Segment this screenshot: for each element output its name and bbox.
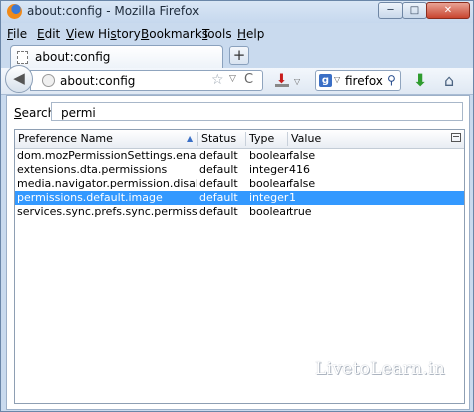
downloads-icon[interactable]: ⬇ xyxy=(413,71,427,91)
url-text[interactable]: about:config xyxy=(60,74,135,88)
table-row[interactable]: dom.mozPermissionSettings.enabled defaul… xyxy=(15,149,464,163)
cell-type: boolean xyxy=(249,205,291,218)
url-history-dropdown-icon[interactable]: ▽ xyxy=(229,74,236,84)
blank-page-icon xyxy=(17,51,28,64)
cell-value: false xyxy=(289,149,316,162)
cell-status: default xyxy=(199,149,238,162)
cell-type: boolean xyxy=(249,149,291,162)
cell-value: 416 xyxy=(289,163,310,176)
tab-label: about:config xyxy=(35,50,111,64)
table-header: Preference Name ▲ Status Type Value xyxy=(15,130,464,149)
table-row[interactable]: extensions.dta.permissions default integ… xyxy=(15,163,464,177)
table-row[interactable]: services.sync.prefs.sync.permissions.d..… xyxy=(15,205,464,219)
menu-file[interactable]: File xyxy=(7,27,27,41)
column-picker-icon[interactable] xyxy=(451,133,461,142)
cell-status: default xyxy=(199,177,238,190)
window-title: about:config - Mozilla Firefox xyxy=(27,4,200,18)
url-bar[interactable]: about:config ☆ ▽ C xyxy=(30,70,263,91)
back-button[interactable]: ◀ xyxy=(5,65,33,93)
menu-history[interactable]: History xyxy=(98,27,141,41)
filter-input[interactable] xyxy=(51,102,463,121)
firefox-logo-icon[interactable] xyxy=(7,4,22,19)
close-button[interactable]: ✕ xyxy=(426,2,470,19)
cell-status: default xyxy=(199,163,238,176)
cell-status: default xyxy=(199,205,238,218)
search-engine-dropdown-icon[interactable]: ▽ xyxy=(334,75,340,84)
col-type[interactable]: Type xyxy=(249,132,274,145)
cell-value: 1 xyxy=(289,191,296,204)
menu-edit[interactable]: Edit xyxy=(37,27,60,41)
cell-value: false xyxy=(289,177,316,190)
new-tab-button[interactable]: + xyxy=(229,46,249,65)
firefox-window: about:config - Mozilla Firefox ─ □ ✕ Fil… xyxy=(0,0,474,412)
download-helper-icon[interactable]: ⬇ xyxy=(275,73,289,87)
google-engine-icon[interactable]: g xyxy=(319,74,332,87)
cell-name: dom.mozPermissionSettings.enabled xyxy=(17,149,197,162)
web-search-bar[interactable]: g ▽ firefox ⚲ xyxy=(315,70,401,91)
cell-value: true xyxy=(289,205,312,218)
menu-view[interactable]: View xyxy=(66,27,94,41)
home-icon[interactable]: ⌂ xyxy=(444,71,454,90)
cell-type: boolean xyxy=(249,177,291,190)
cell-name: services.sync.prefs.sync.permissions.d..… xyxy=(17,205,197,218)
maximize-button[interactable]: □ xyxy=(402,2,427,19)
title-bar: about:config - Mozilla Firefox ─ □ ✕ xyxy=(1,1,473,23)
tab-about-config[interactable]: about:config xyxy=(10,45,223,68)
menu-bookmarks[interactable]: Bookmarks xyxy=(141,27,208,41)
col-status[interactable]: Status xyxy=(201,132,236,145)
table-row[interactable]: media.navigator.permission.disabled defa… xyxy=(15,177,464,191)
cell-type: integer xyxy=(249,163,289,176)
table-row-selected[interactable]: permissions.default.image default intege… xyxy=(15,191,464,205)
cell-name: media.navigator.permission.disabled xyxy=(17,177,197,190)
search-text[interactable]: firefox xyxy=(345,74,383,88)
search-magnifier-icon[interactable]: ⚲ xyxy=(387,73,396,87)
column-divider[interactable] xyxy=(245,132,246,146)
menu-help[interactable]: Help xyxy=(237,27,264,41)
cell-name: permissions.default.image xyxy=(17,191,163,204)
column-divider[interactable] xyxy=(287,132,288,146)
navigation-toolbar: about:config ☆ ▽ C ◀ xyxy=(1,65,473,95)
menu-tools[interactable]: Tools xyxy=(202,27,232,41)
download-helper-dropdown-icon[interactable]: ▽ xyxy=(294,77,300,86)
cell-name: extensions.dta.permissions xyxy=(17,163,168,176)
sort-ascending-icon: ▲ xyxy=(187,134,194,143)
tab-strip: about:config + xyxy=(1,43,473,68)
menu-bar: File Edit View History Bookmarks Tools H… xyxy=(1,23,473,43)
cell-status: default xyxy=(199,191,238,204)
cell-type: integer xyxy=(249,191,289,204)
bookmark-star-icon[interactable]: ☆ xyxy=(211,72,224,88)
site-identity-icon[interactable] xyxy=(42,74,55,87)
reload-icon[interactable]: C xyxy=(244,72,253,87)
minimize-button[interactable]: ─ xyxy=(378,2,403,19)
col-value[interactable]: Value xyxy=(291,132,321,145)
column-divider[interactable] xyxy=(197,132,198,146)
col-preference-name[interactable]: Preference Name xyxy=(18,132,113,145)
watermark: LivetoLearn.in xyxy=(315,359,446,379)
